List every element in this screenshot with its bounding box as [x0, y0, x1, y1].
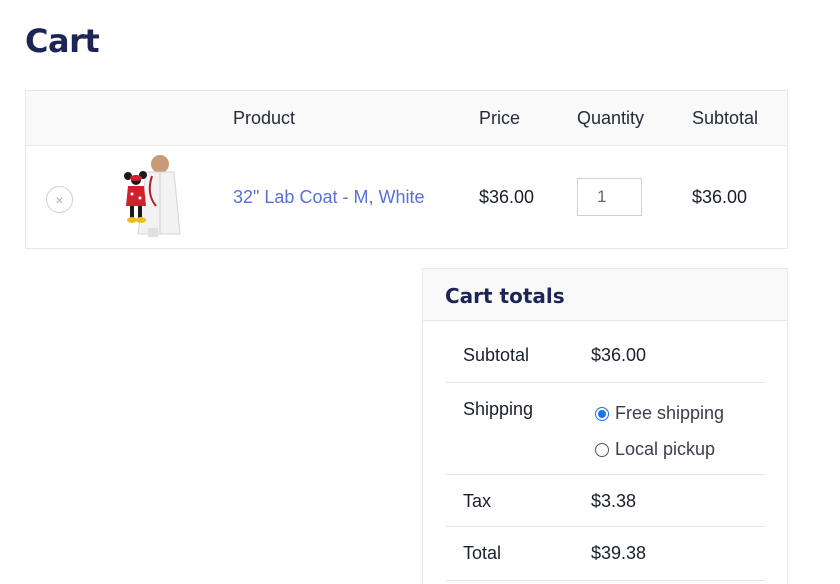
- totals-total-label: Total: [463, 543, 502, 563]
- shipping-option-local-pickup[interactable]: Local pickup: [595, 439, 715, 460]
- remove-item-button[interactable]: ×: [46, 186, 73, 213]
- totals-shipping-row: Shipping Free shipping Local pickup: [445, 383, 765, 475]
- totals-total-row: Total $39.38: [445, 527, 765, 581]
- header-price: Price: [479, 108, 521, 128]
- radio-local-pickup[interactable]: [595, 442, 609, 457]
- shipping-option-free-label: Free shipping: [615, 403, 725, 423]
- shipping-option-free[interactable]: Free shipping: [595, 403, 724, 424]
- totals-tax-value: $3.38: [591, 491, 637, 511]
- quantity-input[interactable]: [577, 178, 642, 216]
- totals-total-value: $39.38: [591, 543, 647, 563]
- totals-subtotal-row: Subtotal $36.00: [445, 321, 765, 383]
- header-subtotal: Subtotal: [692, 108, 759, 128]
- header-product: Product: [233, 108, 296, 128]
- product-name-link[interactable]: 32" Lab Coat - M, White: [233, 187, 424, 208]
- totals-tax-row: Tax $3.38: [445, 475, 765, 527]
- cart-table: Product Price Quantity Subtotal × 32" La…: [25, 90, 788, 249]
- cart-totals-panel: Cart totals Subtotal $36.00 Shipping Fre…: [422, 268, 788, 584]
- totals-shipping-label: Shipping: [463, 399, 534, 419]
- totals-tax-label: Tax: [463, 491, 492, 511]
- cart-table-header: Product Price Quantity Subtotal: [26, 91, 787, 146]
- cart-item-row: × 32" Lab Coat - M, White $36.00 $36.00: [26, 146, 787, 249]
- radio-free-shipping[interactable]: [595, 406, 609, 421]
- page-title: Cart: [25, 22, 100, 60]
- product-thumbnail[interactable]: [116, 154, 186, 237]
- header-quantity: Quantity: [577, 108, 645, 128]
- shipping-option-local-pickup-label: Local pickup: [615, 439, 716, 459]
- totals-subtotal-label: Subtotal: [463, 345, 530, 365]
- item-price: $36.00: [479, 187, 535, 207]
- close-icon: ×: [55, 191, 64, 208]
- cart-totals-header: Cart totals: [423, 269, 787, 321]
- totals-subtotal-value: $36.00: [591, 345, 647, 365]
- item-subtotal: $36.00: [692, 187, 748, 207]
- cart-totals-body: Subtotal $36.00 Shipping Free shipping L…: [423, 321, 787, 581]
- cart-totals-title: Cart totals: [445, 284, 565, 308]
